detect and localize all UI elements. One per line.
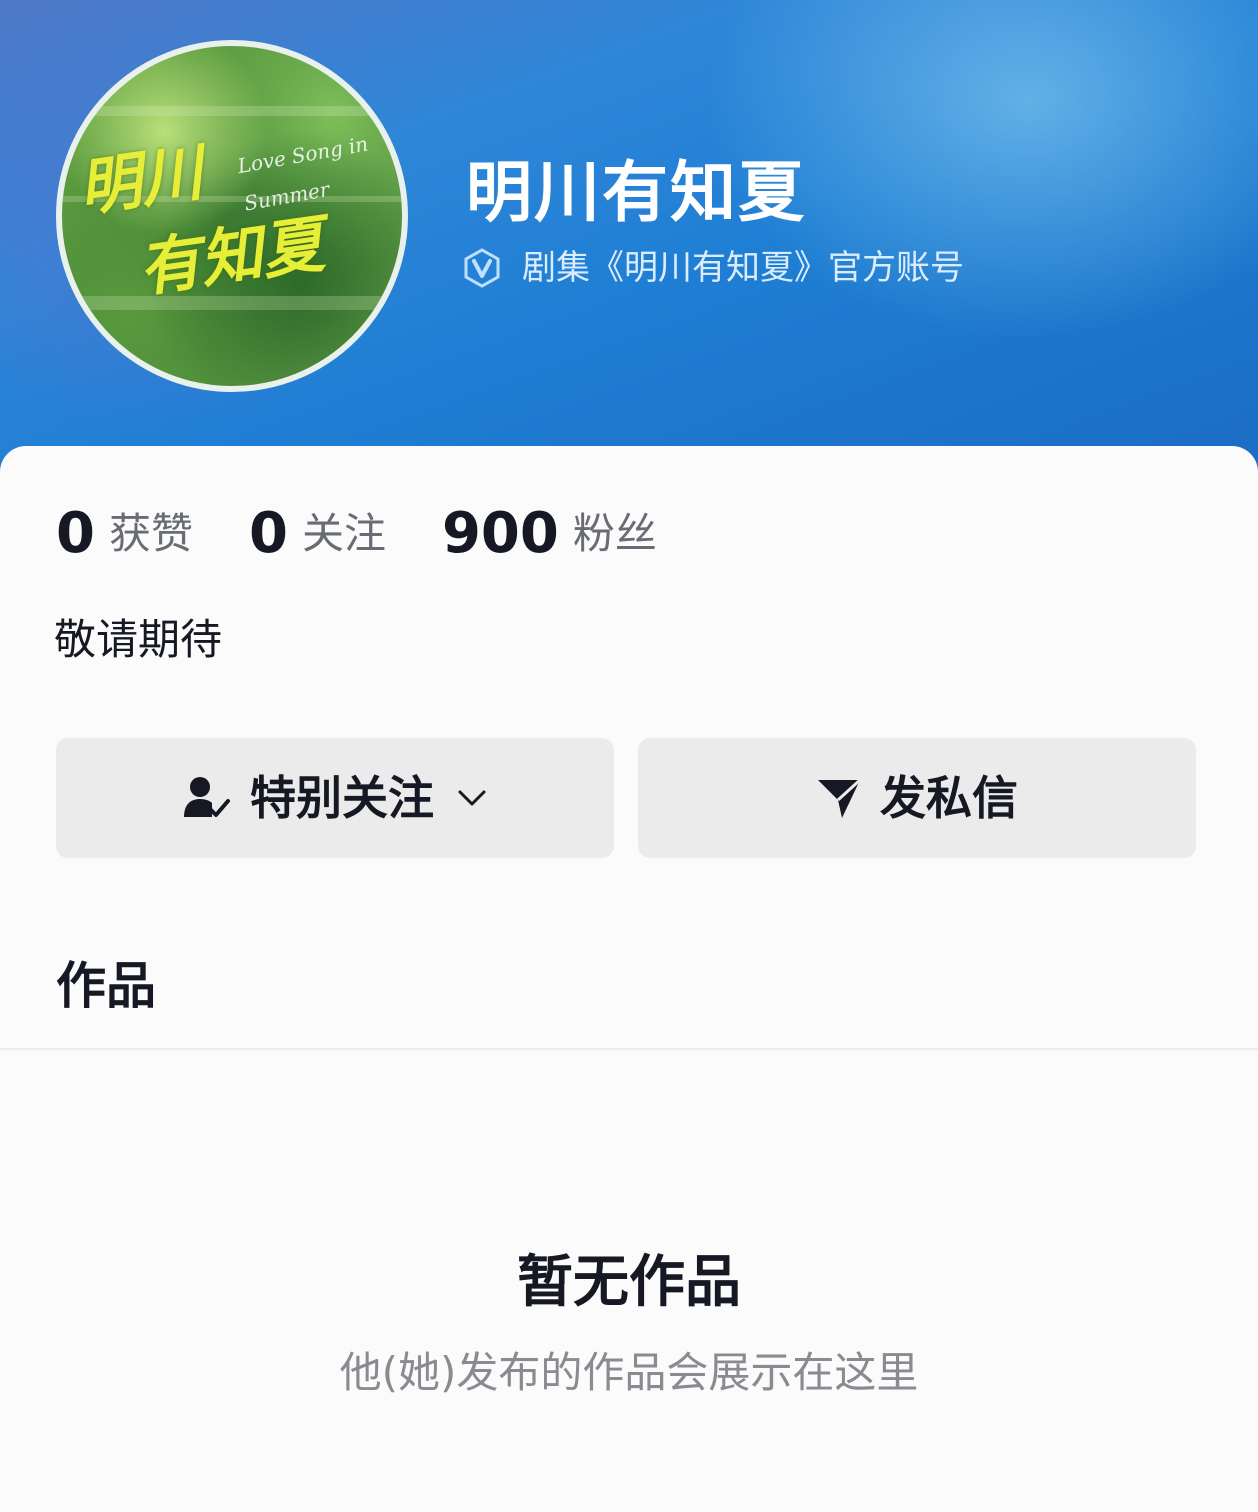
empty-state-subtitle: 他(她)发布的作品会展示在这里 — [339, 1348, 919, 1397]
stat-value: 900 — [441, 501, 559, 566]
verified-label: 剧集《明川有知夏》官方账号 — [522, 248, 964, 288]
stat-label: 获赞 — [108, 509, 193, 558]
verified-icon — [464, 248, 500, 288]
profile-bio: 敬请期待 — [54, 615, 223, 664]
avatar[interactable]: 明川 有知夏 Love Song in Summer — [56, 40, 408, 392]
tab-works[interactable]: 作品 — [56, 954, 156, 1018]
section-divider — [0, 1048, 1258, 1050]
stat-value: 0 — [56, 501, 95, 566]
stat-value: 0 — [248, 501, 288, 566]
chevron-down-icon — [456, 788, 488, 808]
send-icon — [816, 776, 862, 820]
empty-state-title: 暂无作品 — [517, 1250, 741, 1315]
stat-label: 关注 — [301, 509, 386, 558]
user-check-icon — [182, 775, 232, 821]
stat-label: 粉丝 — [572, 509, 657, 558]
send-message-button[interactable]: 发私信 — [638, 738, 1196, 858]
verified-badge: 剧集《明川有知夏》官方账号 — [462, 246, 964, 290]
stats-row: 0 获赞 0 关注 900 粉丝 — [56, 500, 713, 568]
send-message-label: 发私信 — [880, 771, 1018, 825]
stat-following[interactable]: 0 关注 — [249, 500, 386, 568]
special-follow-label: 特别关注 — [250, 771, 434, 825]
special-follow-button[interactable]: 特别关注 — [56, 738, 614, 858]
stat-followers[interactable]: 900 粉丝 — [442, 500, 657, 568]
stat-likes[interactable]: 0 获赞 — [56, 500, 193, 568]
profile-name: 明川有知夏 — [466, 154, 806, 231]
